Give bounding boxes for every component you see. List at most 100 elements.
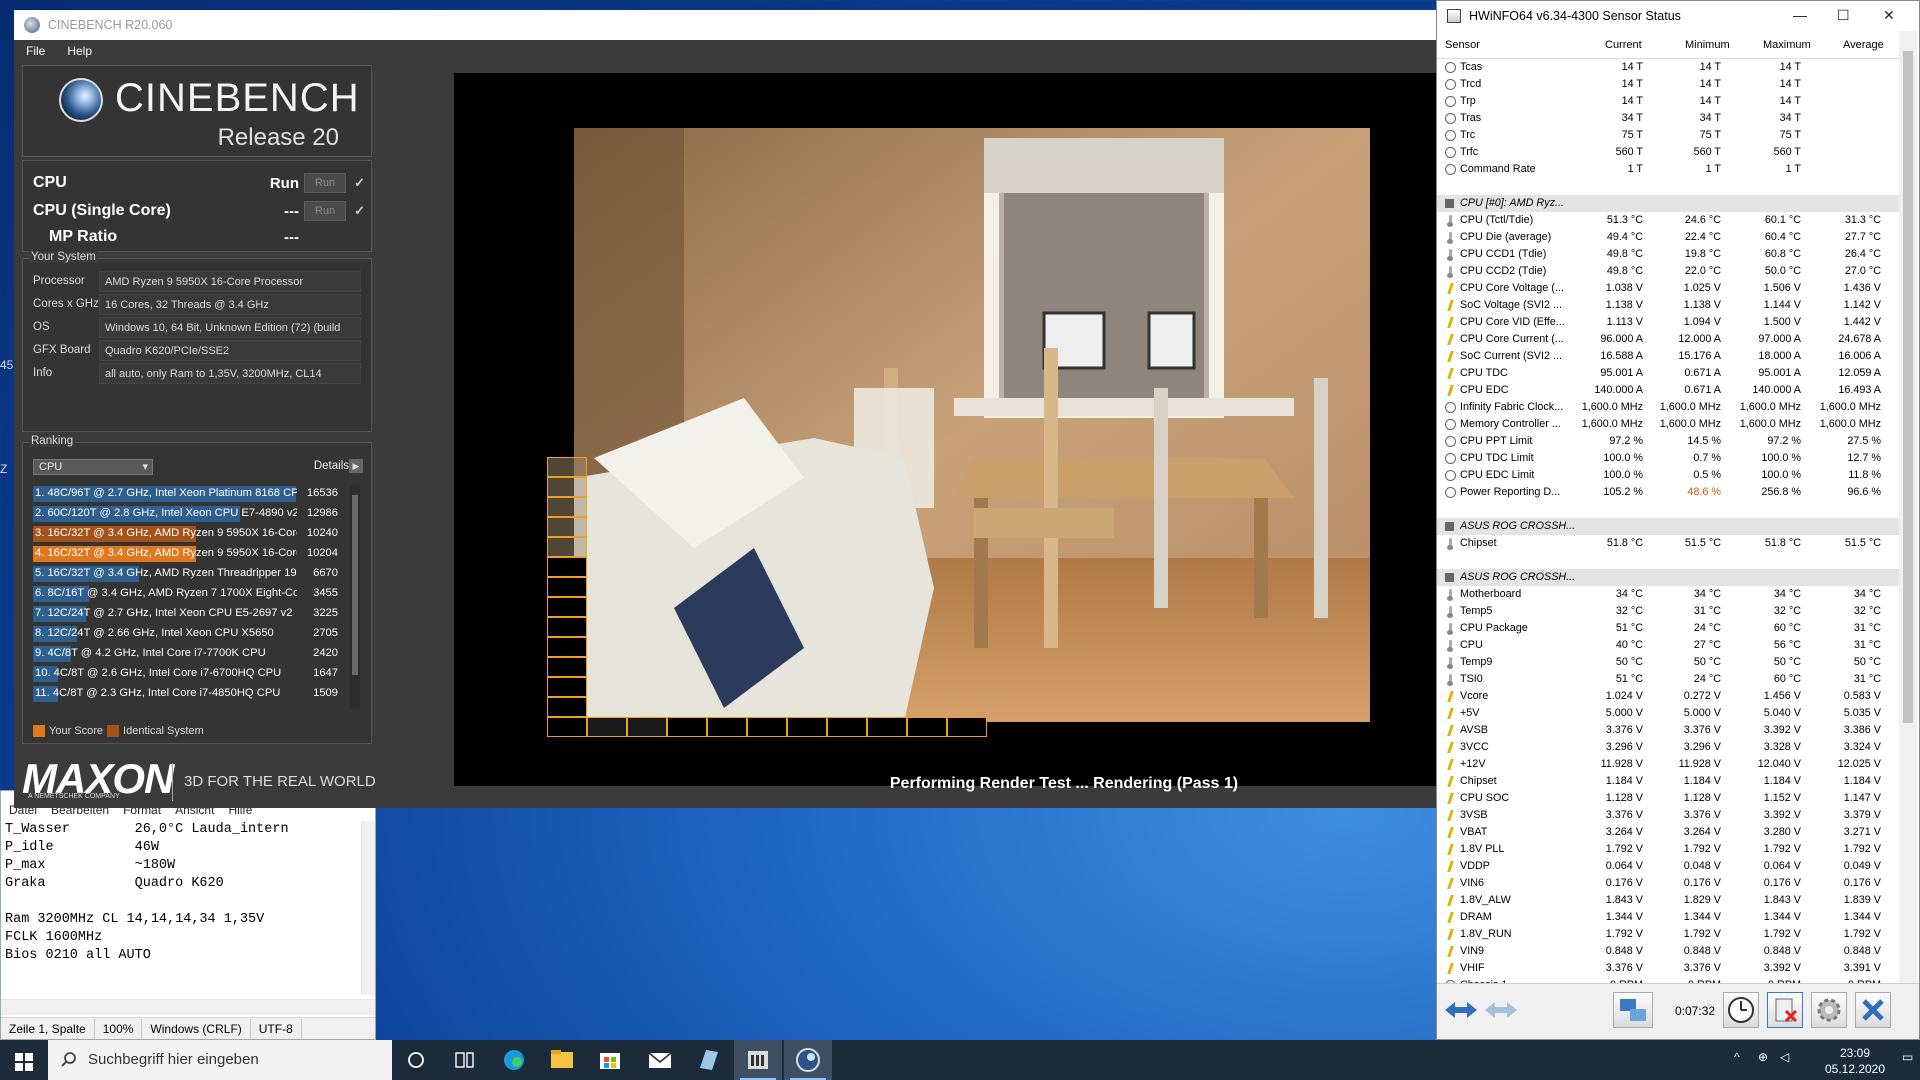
ranking-scroll-thumb[interactable] <box>352 495 358 675</box>
system-value-field[interactable]: Quadro K620/PCIe/SSE2 <box>99 340 361 361</box>
ranking-item[interactable]: 5. 16C/32T @ 3.4 GHz, AMD Ryzen Threadri… <box>33 565 346 583</box>
sensor-row[interactable]: Chipset 51.8 °C 51.5 °C 51.8 °C 51.5 °C <box>1437 535 1899 552</box>
sensor-row[interactable]: +12V 11.928 V 11.928 V 12.040 V 12.025 V <box>1437 756 1899 773</box>
reset-icon[interactable] <box>1767 992 1803 1028</box>
cortana-icon[interactable] <box>392 1040 440 1080</box>
run-single-core-button[interactable]: Run <box>304 201 346 221</box>
menu-file[interactable]: File <box>26 44 45 58</box>
details-label[interactable]: Details <box>314 460 349 472</box>
file-explorer-icon[interactable] <box>538 1040 586 1080</box>
sensor-scroll-thumb[interactable] <box>1903 51 1913 723</box>
sensor-row[interactable]: 3VCC 3.296 V 3.296 V 3.328 V 3.324 V <box>1437 739 1899 756</box>
ranking-item[interactable]: 1. 48C/96T @ 2.7 GHz, Intel Xeon Platinu… <box>33 485 346 503</box>
col-current[interactable]: Current <box>1605 39 1642 51</box>
ranking-item[interactable]: 10. 4C/8T @ 2.6 GHz, Intel Core i7-6700H… <box>33 665 346 683</box>
sensor-row[interactable]: AVSB 3.376 V 3.376 V 3.392 V 3.386 V <box>1437 722 1899 739</box>
notepad-horizontal-scrollbar[interactable] <box>1 999 375 1015</box>
sensor-row[interactable]: Vcore 1.024 V 0.272 V 1.456 V 0.583 V <box>1437 688 1899 705</box>
sensor-row[interactable]: CPU (Tctl/Tdie) 51.3 °C 24.6 °C 60.1 °C 31.3… <box>1437 212 1899 229</box>
sensor-row[interactable]: 1.8V_ALW 1.843 V 1.829 V 1.843 V 1.839 V <box>1437 892 1899 909</box>
sensor-row[interactable]: Memory Controller ... 1,600.0 MHz 1,600.0 … <box>1437 416 1899 433</box>
cinebench-titlebar[interactable]: CINEBENCH R20.060 <box>14 10 1436 40</box>
sensor-row[interactable]: VHIF 3.376 V 3.376 V 3.392 V 3.391 V <box>1437 960 1899 977</box>
sensor-row[interactable]: CPU CCD1 (Tdie) 49.8 °C 19.8 °C 60.8 °C 26.4… <box>1437 246 1899 263</box>
sensor-row[interactable]: Temp5 32 °C 31 °C 32 °C 32 °C <box>1437 603 1899 620</box>
col-sensor[interactable]: Sensor <box>1445 39 1480 51</box>
sensor-row[interactable]: CPU Core Current (... 96.000 A 12.000 A 97.… <box>1437 331 1899 348</box>
sensor-row[interactable]: CPU EDC 140.000 A 0.671 A 140.000 A 16.493 A <box>1437 382 1899 399</box>
sensor-row[interactable]: SoC Current (SVI2 ... 16.588 A 15.176 A 18.… <box>1437 348 1899 365</box>
sensor-row[interactable]: Tras 34 T 34 T 34 T <box>1437 110 1899 127</box>
ranking-item[interactable]: 6. 8C/16T @ 3.4 GHz, AMD Ryzen 7 1700X E… <box>33 585 346 603</box>
ranking-item[interactable]: 2. 60C/120T @ 2.8 GHz, Intel Xeon CPU E7… <box>33 505 346 523</box>
sensor-row[interactable]: CPU 40 °C 27 °C 56 °C 31 °C <box>1437 637 1899 654</box>
col-average[interactable]: Average <box>1843 39 1884 51</box>
checkmark-icon[interactable]: ✓ <box>354 175 365 191</box>
network-icon[interactable] <box>1613 992 1653 1028</box>
nav-left-right-icon[interactable] <box>1443 992 1479 1028</box>
maximize-icon[interactable]: ☐ <box>1837 7 1850 24</box>
hwinfo-taskbar-icon[interactable] <box>734 1040 782 1080</box>
mail-icon[interactable] <box>636 1040 684 1080</box>
sensor-row[interactable]: +5V 5.000 V 5.000 V 5.040 V 5.035 V <box>1437 705 1899 722</box>
sensor-row[interactable]: Power Reporting D... 105.2 % 48.6 % 256.8 %… <box>1437 484 1899 501</box>
sensor-row[interactable]: DRAM 1.344 V 1.344 V 1.344 V 1.344 V <box>1437 909 1899 926</box>
sensor-row[interactable]: 1.8V PLL 1.792 V 1.792 V 1.792 V 1.792 V <box>1437 841 1899 858</box>
clock-date[interactable]: 05.12.2020 <box>1810 1062 1900 1076</box>
sensor-row[interactable]: Trc 75 T 75 T 75 T <box>1437 127 1899 144</box>
system-value-field[interactable]: Windows 10, 64 Bit, Unknown Edition (72)… <box>99 317 361 338</box>
clock-time[interactable]: 23:09 <box>1810 1046 1900 1060</box>
sensor-row[interactable]: 3VSB 3.376 V 3.376 V 3.392 V 3.379 V <box>1437 807 1899 824</box>
sensor-row[interactable]: Motherboard 34 °C 34 °C 34 °C 34 °C <box>1437 586 1899 603</box>
run-cpu-button[interactable]: Run <box>304 173 346 193</box>
exit-icon[interactable] <box>1855 992 1891 1028</box>
sensor-row[interactable]: Trfc 560 T 560 T 560 T <box>1437 144 1899 161</box>
ranking-select[interactable]: CPU <box>33 459 153 475</box>
notepad-taskbar-icon[interactable] <box>684 1040 732 1080</box>
col-maximum[interactable]: Maximum <box>1763 39 1811 51</box>
start-button[interactable] <box>0 1040 48 1080</box>
ranking-scrollbar[interactable] <box>350 485 360 709</box>
sensor-row[interactable]: CPU TDC 95.001 A 0.671 A 95.001 A 12.059 A <box>1437 365 1899 382</box>
sensor-row[interactable]: Temp9 50 °C 50 °C 50 °C 50 °C <box>1437 654 1899 671</box>
settings-gear-icon[interactable] <box>1811 992 1847 1028</box>
ranking-item[interactable]: 8. 12C/24T @ 2.66 GHz, Intel Xeon CPU X5… <box>33 625 346 643</box>
sensor-row[interactable]: CPU Die (average) 49.4 °C 22.4 °C 60.4 °C 27… <box>1437 229 1899 246</box>
sensor-row[interactable]: VIN6 0.176 V 0.176 V 0.176 V 0.176 V <box>1437 875 1899 892</box>
ranking-item[interactable]: 7. 12C/24T @ 2.7 GHz, Intel Xeon CPU E5-… <box>33 605 346 623</box>
sensor-row[interactable]: CPU Core VID (Effe... 1.113 V 1.094 V 1.500… <box>1437 314 1899 331</box>
network-globe-icon[interactable]: ⊕ <box>1758 1050 1768 1064</box>
sensor-row[interactable]: Command Rate 1 T 1 T 1 T <box>1437 161 1899 178</box>
sensor-row[interactable]: CPU EDC Limit 100.0 % 0.5 % 100.0 % 11.8 % <box>1437 467 1899 484</box>
col-minimum[interactable]: Minimum <box>1685 39 1730 51</box>
sensor-row[interactable]: Infinity Fabric Clock... 1,600.0 MHz 1,600… <box>1437 399 1899 416</box>
sensor-row[interactable]: VIN9 0.848 V 0.848 V 0.848 V 0.848 V <box>1437 943 1899 960</box>
nav-disabled-icon[interactable] <box>1483 992 1519 1028</box>
minimize-icon[interactable]: — <box>1793 7 1807 23</box>
system-value-field[interactable]: AMD Ryzen 9 5950X 16-Core Processor <box>99 271 361 292</box>
sensor-row[interactable]: SoC Voltage (SVI2 ... 1.138 V 1.138 V 1.144… <box>1437 297 1899 314</box>
checkmark-icon[interactable]: ✓ <box>354 203 365 219</box>
notepad-vertical-scrollbar[interactable] <box>361 821 375 995</box>
volume-icon[interactable]: ◁ <box>1780 1050 1789 1064</box>
notepad-text-area[interactable]: T_Wasser 26,0°C Lauda_intern P_idle 46W P_… <box>5 821 361 995</box>
cinebench-taskbar-icon[interactable] <box>784 1040 832 1080</box>
close-icon[interactable]: ✕ <box>1883 7 1895 24</box>
sensor-group-header[interactable]: ASUS ROG CROSSH... <box>1437 518 1899 535</box>
sensor-row[interactable]: Trcd 14 T 14 T 14 T <box>1437 76 1899 93</box>
sensor-row[interactable]: Tcas 14 T 14 T 14 T <box>1437 59 1899 76</box>
ranking-item[interactable]: 9. 4C/8T @ 4.2 GHz, Intel Core i7-7700K … <box>33 645 346 663</box>
edge-browser-icon[interactable] <box>490 1040 538 1080</box>
menu-help[interactable]: Help <box>67 44 92 58</box>
sensor-group-header[interactable]: CPU [#0]: AMD Ryz... <box>1437 195 1899 212</box>
system-value-field[interactable]: 16 Cores, 32 Threads @ 3.4 GHz <box>99 294 361 315</box>
sensor-row[interactable]: Chipset 1.184 V 1.184 V 1.184 V 1.184 V <box>1437 773 1899 790</box>
taskbar-search-box[interactable]: Suchbegriff hier eingeben <box>48 1040 392 1080</box>
sensor-group-header[interactable]: ASUS ROG CROSSH... <box>1437 569 1899 586</box>
details-arrow-icon[interactable]: ▶ <box>349 459 363 473</box>
sensor-row[interactable]: CPU CCD2 (Tdie) 49.8 °C 22.0 °C 50.0 °C 27.0… <box>1437 263 1899 280</box>
sensor-row[interactable]: CPU Package 51 °C 24 °C 60 °C 31 °C <box>1437 620 1899 637</box>
notification-icon[interactable]: ▭ <box>1902 1050 1913 1064</box>
ranking-item[interactable]: 4. 16C/32T @ 3.4 GHz, AMD Ryzen 9 5950X … <box>33 545 346 563</box>
sensor-row[interactable]: 1.8V_RUN 1.792 V 1.792 V 1.792 V 1.792 V <box>1437 926 1899 943</box>
